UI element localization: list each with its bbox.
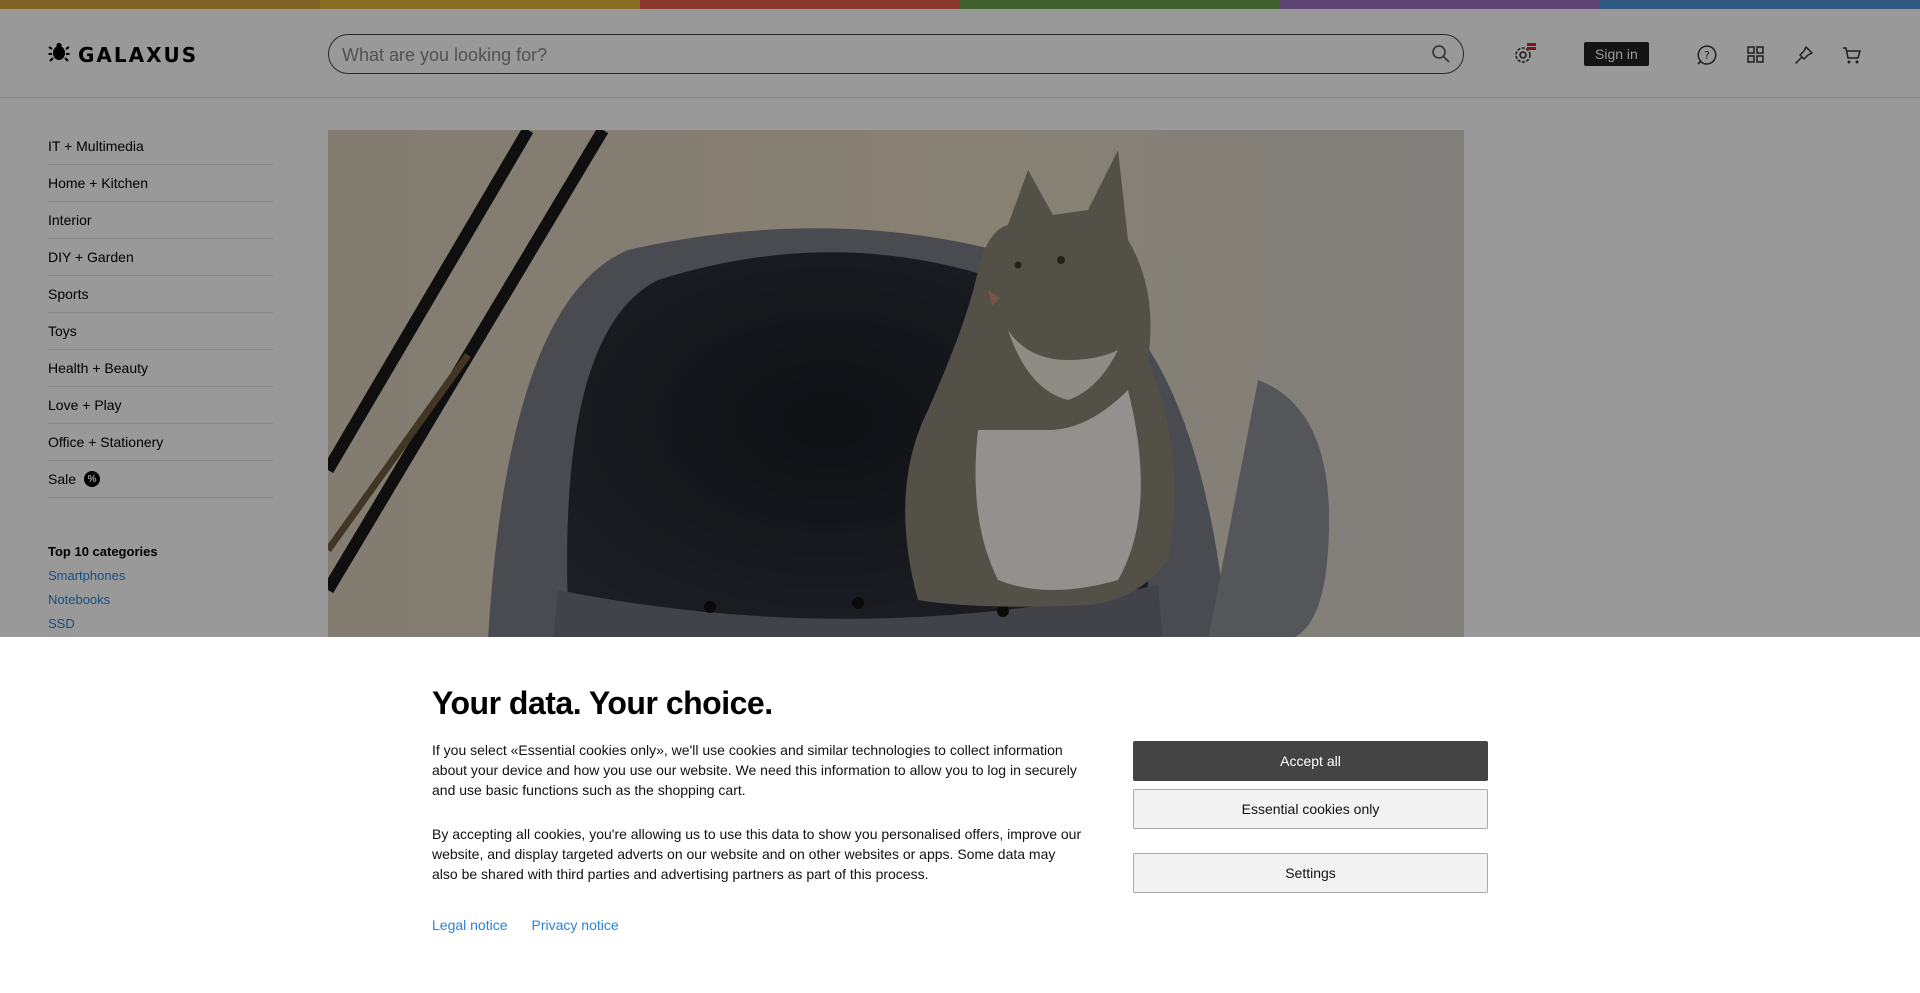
- cookie-settings-button[interactable]: Settings: [1133, 853, 1488, 893]
- consent-paragraph: By accepting all cookies, you're allowin…: [432, 826, 1082, 882]
- consent-title: Your data. Your choice.: [432, 685, 773, 721]
- essential-cookies-button[interactable]: Essential cookies only: [1133, 789, 1488, 829]
- legal-notice-link[interactable]: Legal notice: [432, 917, 508, 933]
- cookie-consent-dialog: Your data. Your choice. If you select «E…: [0, 637, 1920, 993]
- modal-backdrop: [0, 0, 1920, 637]
- privacy-notice-link[interactable]: Privacy notice: [532, 917, 619, 933]
- consent-links: Legal notice Privacy notice: [432, 917, 619, 933]
- accept-all-button[interactable]: Accept all: [1133, 741, 1488, 781]
- consent-paragraph: If you select «Essential cookies only», …: [432, 742, 1077, 798]
